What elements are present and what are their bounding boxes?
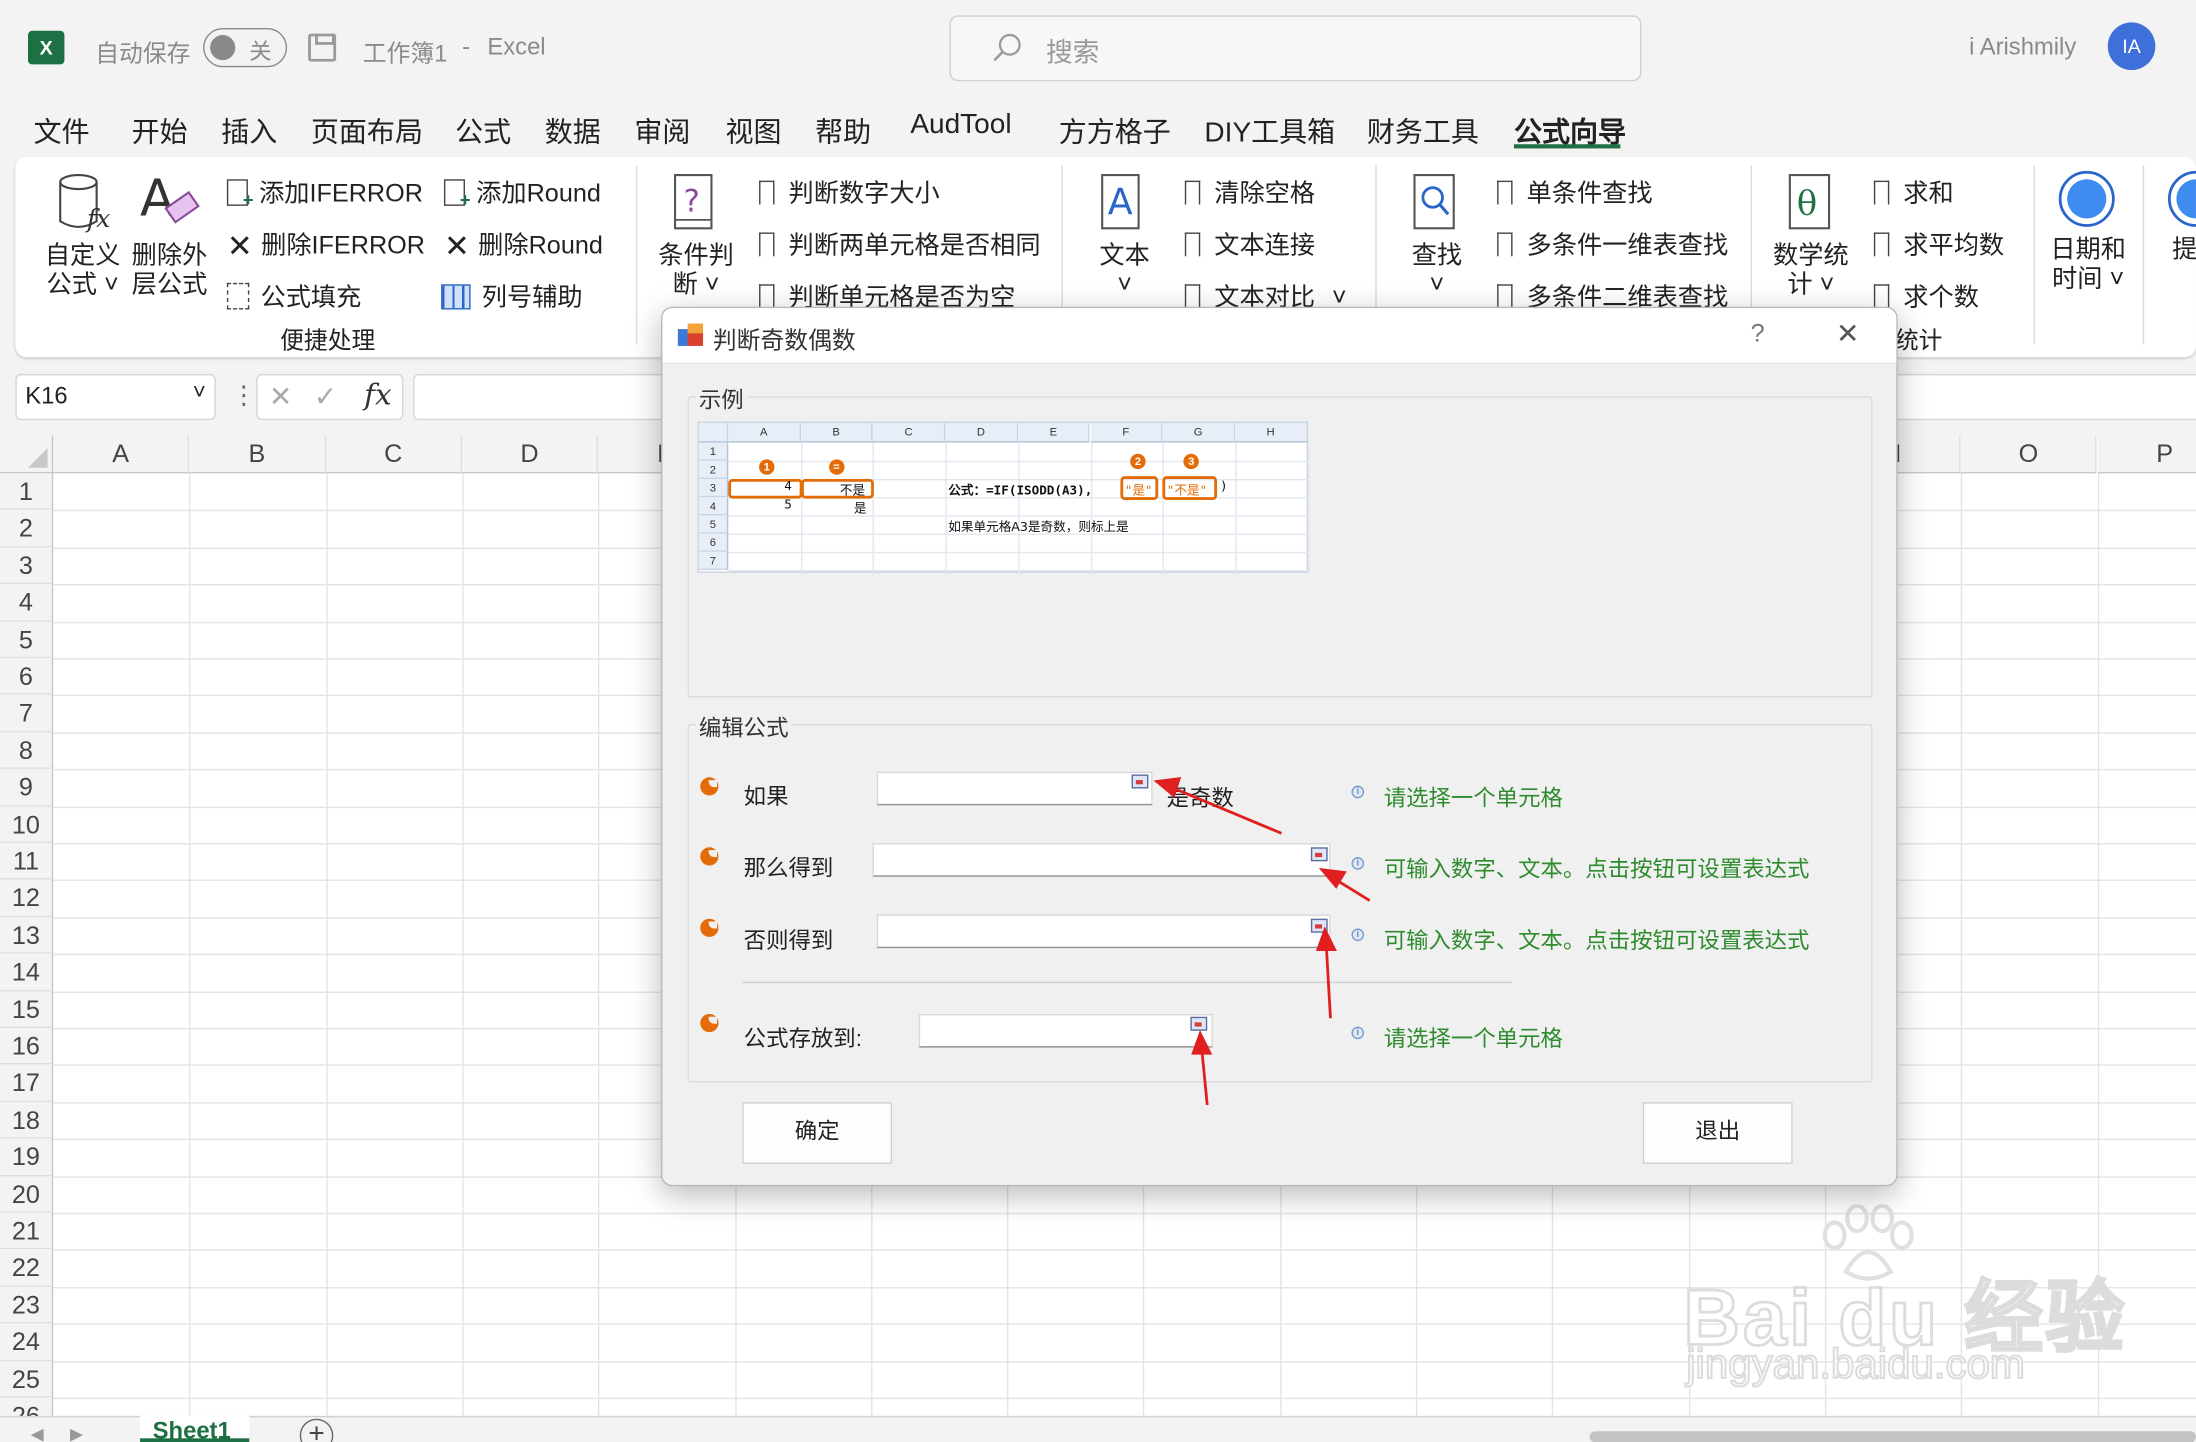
excel-window: X 自动保存 关 工作簿1 - Excel 搜索 i Arishmily IA …	[0, 0, 2196, 1442]
red-arrow-4	[1200, 1047, 1209, 1106]
red-arrow-3-head	[1315, 926, 1337, 951]
red-arrow-1-head	[1153, 777, 1182, 798]
red-arrow-4-head	[1191, 1030, 1213, 1055]
red-arrow-1	[1170, 785, 1282, 835]
annotation-arrows	[1153, 777, 1371, 1106]
red-arrow-3	[1324, 945, 1332, 1019]
